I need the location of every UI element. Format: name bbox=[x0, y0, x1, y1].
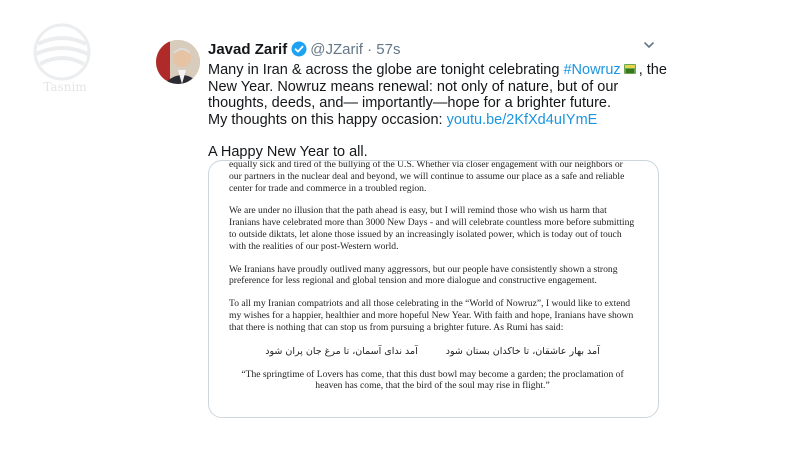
chevron-down-icon[interactable] bbox=[642, 38, 656, 52]
tweet[interactable]: Javad Zarif @JZarif · 57s Many in Iran & … bbox=[150, 32, 670, 432]
tweet-paragraph-2: My thoughts on this happy occasion: yout… bbox=[208, 112, 668, 129]
document-paragraph-4: To all my Iranian compatriots and all th… bbox=[229, 298, 634, 333]
rumi-quote: “The springtime of Lovers has come, that… bbox=[241, 368, 624, 392]
tweet-paragraph-1: Many in Iran & across the globe are toni… bbox=[208, 62, 668, 112]
tweet-paragraph-3: A Happy New Year to all. bbox=[208, 144, 368, 160]
verified-badge-icon bbox=[291, 41, 307, 57]
watermark-globe-icon bbox=[33, 23, 91, 81]
persian-verse: آمد بهار عاشقان، تا خاکدان بستان شود آمد … bbox=[229, 345, 636, 358]
document-paragraph-3: We Iranians have proudly outlived many a… bbox=[229, 263, 618, 287]
watermark-text: Tasnim bbox=[43, 80, 87, 94]
hashtag-link[interactable]: #Nowruz bbox=[563, 62, 620, 78]
document-paragraph-1: equally sick and tired of the bullying o… bbox=[229, 160, 625, 194]
document-text: equally sick and tired of the bullying o… bbox=[229, 160, 636, 403]
attached-image-card[interactable]: equally sick and tired of the bullying o… bbox=[208, 160, 659, 418]
timestamp[interactable]: 57s bbox=[376, 41, 400, 58]
avatar-portrait-icon bbox=[156, 40, 200, 84]
persian-verse-line-2: آمد ندای آسمان، تا مرغ جان پران شود bbox=[265, 345, 418, 357]
separator-dot: · bbox=[367, 41, 373, 58]
persian-verse-line-1: آمد بهار عاشقان، تا خاکدان بستان شود bbox=[445, 345, 600, 357]
watermark-logo: Tasnim bbox=[18, 22, 106, 112]
tweet-text: Many in Iran & across the globe are toni… bbox=[208, 62, 668, 161]
youtube-link[interactable]: youtu.be/2KfXd4uIYmE bbox=[447, 112, 598, 128]
tweet-text-part: Many in Iran & across the globe are toni… bbox=[208, 62, 564, 78]
user-handle[interactable]: @JZarif bbox=[310, 41, 363, 58]
tweet-text-part: My thoughts on this happy occasion: bbox=[208, 111, 447, 128]
tweet-header: Javad Zarif @JZarif · 57s bbox=[208, 40, 670, 60]
display-name[interactable]: Javad Zarif bbox=[208, 41, 287, 58]
book-emoji-icon bbox=[623, 62, 637, 76]
avatar[interactable] bbox=[156, 40, 200, 84]
document-paragraph-2: We are under no illusion that the path a… bbox=[229, 205, 635, 252]
